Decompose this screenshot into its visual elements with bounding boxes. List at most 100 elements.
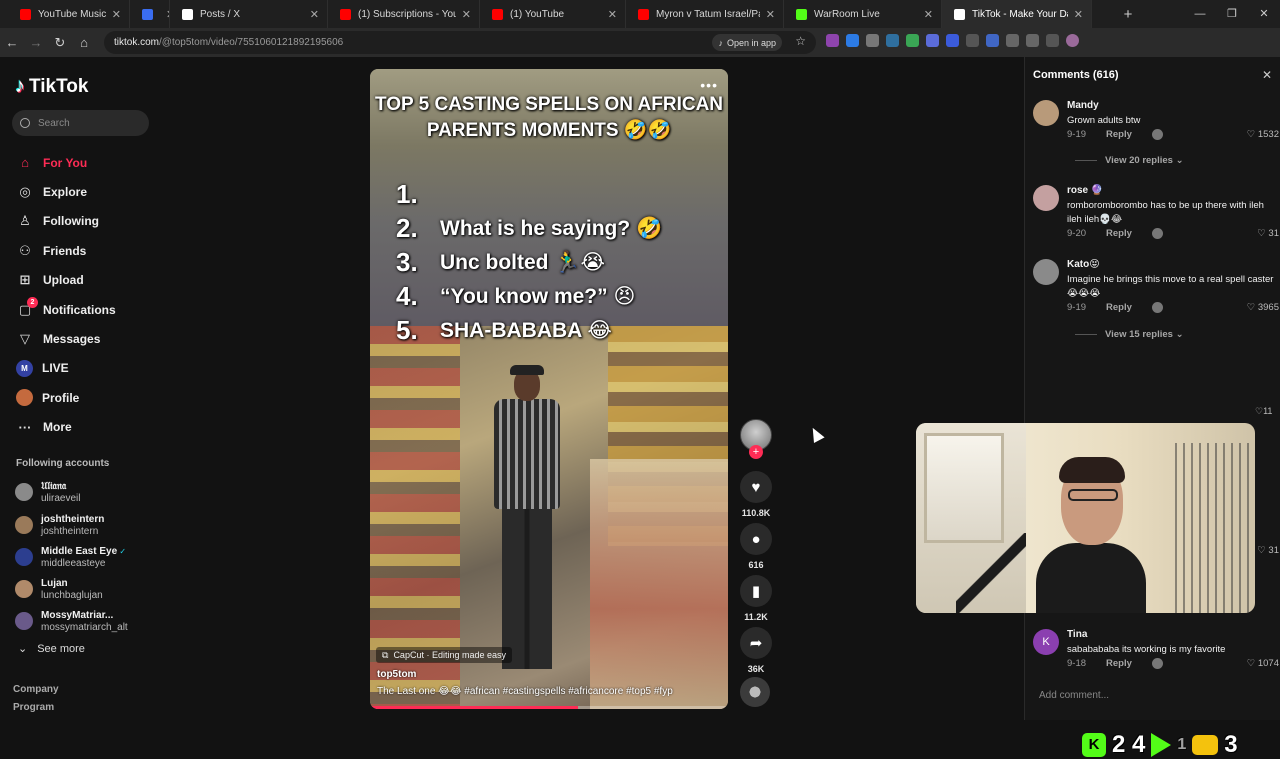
comment-author[interactable]: Mandy: [1067, 100, 1099, 111]
back-icon[interactable]: ←: [0, 35, 24, 50]
following-account[interactable]: joshtheintern joshtheintern: [15, 514, 104, 538]
minimize-icon[interactable]: —: [1184, 0, 1216, 28]
bookmark-star-icon[interactable]: ☆: [795, 34, 806, 48]
following-account[interactable]: MossyMatriar... mossymatriarch_alt: [15, 610, 128, 634]
footer-program-link[interactable]: Program: [13, 702, 54, 713]
video-author[interactable]: top5tom: [377, 669, 416, 680]
browser-tab[interactable]: TikTok - Make Your Day ✕: [942, 0, 1092, 28]
heart-outline-icon: ♡: [1246, 302, 1258, 313]
view-replies-button[interactable]: View 15 replies ⌄: [1075, 329, 1184, 340]
comment-like-button[interactable]: ♡ 1074: [1247, 658, 1279, 669]
video-player[interactable]: TOP 5 CASTING SPELLS ON AFRICAN PARENTS …: [370, 69, 728, 709]
reply-button[interactable]: Reply: [1106, 302, 1132, 313]
avatar[interactable]: [1033, 185, 1059, 211]
following-account[interactable]: Middle East Eye ✓ middleeasteye: [15, 546, 126, 570]
partial-comment-likes: ♡11: [1255, 406, 1273, 416]
comment-like-button[interactable]: ♡ 1532: [1247, 129, 1279, 140]
extension-icon[interactable]: [826, 34, 839, 47]
comment-like-button[interactable]: ♡ 31: [1257, 545, 1279, 556]
comment-author[interactable]: Tina: [1067, 629, 1087, 640]
extension-icon[interactable]: [886, 34, 899, 47]
sidebar-item-profile[interactable]: Profile: [16, 383, 166, 412]
sidebar-item-messages[interactable]: ▽ Messages: [16, 324, 166, 353]
following-account[interactable]: 𝔘𝔩𝔦𝔞𝔫𝔞 uliraeveil: [15, 481, 80, 505]
capcut-icon: ⧉: [382, 649, 389, 660]
tab-title: YouTube Music: [38, 8, 106, 20]
extension-icon[interactable]: [966, 34, 979, 47]
video-progress-bar[interactable]: [370, 706, 728, 709]
account-name: MossyMatriar...: [41, 610, 114, 621]
sidebar-item-upload[interactable]: ⊞ Upload: [16, 266, 166, 295]
reply-button[interactable]: Reply: [1106, 658, 1132, 669]
profile-browser-icon[interactable]: [1066, 34, 1079, 47]
comment-button[interactable]: ● 616: [738, 523, 774, 570]
comment-like-button[interactable]: ♡ 3965: [1247, 302, 1279, 313]
save-button[interactable]: ▮ 11.2K: [738, 575, 774, 622]
forward-icon[interactable]: →: [24, 35, 48, 50]
history-icon[interactable]: [1046, 34, 1059, 47]
browser-tab[interactable]: Myron v Tatum Israel/Palestine ✕: [626, 0, 784, 28]
reload-icon[interactable]: ↻: [48, 35, 72, 51]
comment-date: 9-19: [1067, 302, 1087, 313]
following-account[interactable]: Lujan lunchbaglujan: [15, 578, 103, 602]
extension-icon[interactable]: [906, 34, 919, 47]
search-input[interactable]: Search: [12, 110, 149, 136]
close-window-icon[interactable]: ✕: [1248, 0, 1280, 28]
comment-author[interactable]: Kato😝: [1067, 259, 1100, 270]
avatar[interactable]: [1033, 259, 1059, 285]
tab-close-icon[interactable]: ✕: [924, 8, 933, 21]
browser-tab[interactable]: (1) Subscriptions - YouTube ✕: [328, 0, 480, 28]
comment-author[interactable]: rose 🔮: [1067, 185, 1103, 196]
browser-tab[interactable]: Posts / X ✕: [170, 0, 328, 28]
reply-button[interactable]: Reply: [1106, 129, 1132, 140]
tiktok-app-icon: ♪: [718, 37, 723, 48]
capcut-badge[interactable]: ⧉ CapCut · Editing made easy: [376, 647, 512, 663]
view-replies-button[interactable]: View 20 replies ⌄: [1075, 155, 1184, 166]
sidebar-item-live[interactable]: M LIVE: [16, 354, 166, 383]
open-in-app-button[interactable]: ♪ Open in app: [712, 34, 782, 51]
video-description: The Last one 😂😂 #african #castingspells …: [377, 686, 673, 697]
sidebar-item-explore[interactable]: ◎ Explore: [16, 177, 166, 206]
restore-icon[interactable]: ❐: [1216, 0, 1248, 28]
sidebar-item-following[interactable]: ♙ Following: [16, 207, 166, 236]
puzzle-icon[interactable]: [1026, 34, 1039, 47]
music-disc-icon[interactable]: [740, 677, 770, 707]
add-comment-input[interactable]: Add comment...: [1039, 690, 1109, 701]
extension-icon[interactable]: [946, 34, 959, 47]
browser-tab[interactable]: (1) YouTube ✕: [480, 0, 626, 28]
browser-tab[interactable]: WarRoom Live ✕: [784, 0, 942, 28]
browser-tab[interactable]: YouTube Music ✕: [8, 0, 130, 28]
heart-outline-icon: ♡: [1246, 129, 1258, 140]
share-button[interactable]: ➦ 36K: [738, 627, 774, 674]
tab-close-icon[interactable]: ✕: [462, 8, 471, 21]
home-browser-icon[interactable]: ⌂: [72, 35, 96, 50]
sidebar-item-for-you[interactable]: ⌂ For You: [16, 148, 166, 177]
like-button[interactable]: ♥ 110.8K: [738, 471, 774, 518]
sidebar-item-friends[interactable]: ⚇ Friends: [16, 236, 166, 265]
tab-close-icon[interactable]: ✕: [310, 8, 319, 21]
video-more-icon[interactable]: •••: [700, 77, 718, 93]
tiktok-logo[interactable]: ♪ TikTok: [15, 75, 88, 98]
see-more-button[interactable]: ⌄ See more: [18, 642, 85, 655]
url-field[interactable]: tiktok.com/@top5tom/video/75510601218921…: [104, 31, 816, 54]
browser-tab[interactable]: ✕: [130, 0, 170, 28]
avatar[interactable]: [1033, 100, 1059, 126]
extension-icon[interactable]: [1006, 34, 1019, 47]
reply-button[interactable]: Reply: [1106, 228, 1132, 239]
extension-icon[interactable]: [846, 34, 859, 47]
avatar[interactable]: K: [1033, 629, 1059, 655]
close-icon[interactable]: ✕: [1262, 68, 1272, 82]
tab-close-icon[interactable]: ✕: [1074, 8, 1083, 21]
footer-company-link[interactable]: Company: [13, 684, 59, 695]
tab-close-icon[interactable]: ✕: [608, 8, 617, 21]
tab-close-icon[interactable]: ✕: [112, 8, 121, 21]
comment-like-button[interactable]: ♡ 31: [1257, 228, 1279, 239]
extension-icon[interactable]: [926, 34, 939, 47]
sidebar-item-notifications[interactable]: ▢ Notifications 2: [16, 295, 166, 324]
sidebar-item-more[interactable]: ··· More: [16, 413, 166, 442]
extension-icon[interactable]: [986, 34, 999, 47]
new-tab-button[interactable]: +: [1115, 6, 1141, 23]
extension-icon[interactable]: [866, 34, 879, 47]
tab-close-icon[interactable]: ✕: [766, 8, 775, 21]
follow-plus-icon[interactable]: +: [749, 445, 763, 459]
